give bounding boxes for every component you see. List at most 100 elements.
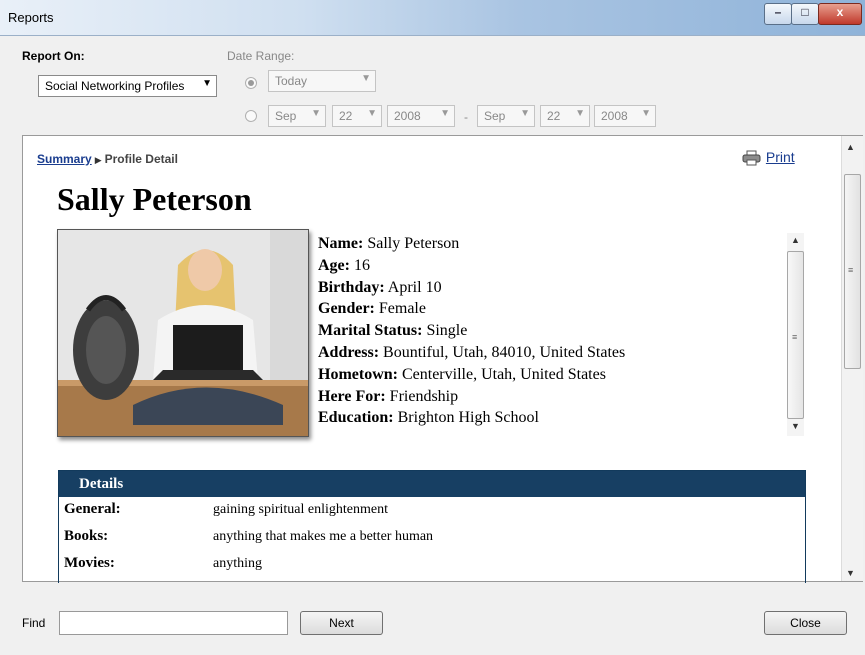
breadcrumb-arrow-icon: ▶ — [94, 155, 102, 165]
to-day-select[interactable]: 22 ▼ — [540, 105, 590, 127]
from-day-value: 22 — [339, 109, 353, 123]
field-label: Gender: — [318, 300, 375, 318]
custom-range-radio[interactable] — [245, 110, 257, 122]
to-day-value: 22 — [547, 109, 561, 123]
breadcrumb-current: Profile Detail — [104, 152, 178, 166]
field-label: Marital Status: — [318, 322, 423, 340]
print-link[interactable]: Print — [766, 149, 795, 165]
title-bar: Reports – □ x — [0, 0, 865, 36]
to-year-select[interactable]: 2008 ▼ — [594, 105, 656, 127]
profile-field: Address: Bountiful, Utah, 84010, United … — [318, 342, 778, 364]
minimize-icon: – — [774, 5, 782, 19]
field-value: Sally Peterson — [367, 235, 460, 252]
detail-label: General: — [64, 501, 121, 517]
dropdown-arrow-icon: ▼ — [202, 78, 212, 89]
from-year-value: 2008 — [394, 109, 421, 123]
details-table: Details General: gaining spiritual enlig… — [58, 470, 806, 583]
preset-range-value: Today — [275, 74, 308, 88]
dropdown-arrow-icon: ▼ — [575, 108, 585, 119]
field-value: Female — [378, 300, 426, 318]
from-day-select[interactable]: 22 ▼ — [332, 105, 382, 127]
detail-value: gaining spiritual enlightenment — [213, 502, 388, 517]
field-value: Centerville, Utah, United States — [401, 365, 606, 383]
profile-field: Hometown: Centerville, Utah, United Stat… — [318, 364, 778, 386]
grip-icon: ≡ — [848, 265, 854, 275]
field-value: 16 — [353, 256, 370, 274]
date-range-label: Date Range: — [227, 49, 295, 63]
breadcrumb: Summary ▶ Profile Detail — [37, 152, 178, 166]
report-type-value: Social Networking Profiles — [45, 79, 185, 93]
maximize-button[interactable]: □ — [791, 3, 819, 25]
scroll-up-icon[interactable]: ▲ — [846, 142, 855, 152]
profile-field: Education: Brighton High School — [318, 407, 778, 429]
maximize-icon: □ — [801, 5, 809, 19]
table-row: Books: anything that makes me a better h… — [59, 524, 805, 551]
profile-field: Marital Status: Single — [318, 320, 778, 342]
profile-photo — [57, 229, 309, 437]
from-month-value: Sep — [275, 109, 297, 123]
detail-value: anything — [213, 556, 262, 571]
scroll-down-icon[interactable]: ▼ — [791, 421, 800, 431]
profile-name-heading: Sally Peterson — [57, 181, 252, 217]
date-separator: - — [464, 110, 468, 124]
next-button-label: Next — [329, 616, 354, 630]
profile-field: Name: Sally Peterson — [318, 233, 778, 255]
profile-info-scrollbar[interactable]: ▲ ≡ ▼ — [787, 233, 804, 436]
dropdown-arrow-icon: ▼ — [367, 108, 377, 119]
profile-field: Gender: Female — [318, 298, 778, 320]
field-label: Address: — [318, 343, 380, 361]
preset-range-radio[interactable] — [245, 77, 257, 89]
find-label: Find — [22, 616, 46, 630]
detail-label: Books: — [64, 528, 109, 544]
to-year-value: 2008 — [601, 109, 628, 123]
detail-value: anything that makes me a better human — [213, 529, 434, 544]
minimize-button[interactable]: – — [764, 3, 792, 25]
from-month-select[interactable]: Sep ▼ — [268, 105, 326, 127]
detail-label: Movies: — [64, 555, 115, 571]
find-input[interactable] — [59, 611, 288, 635]
scroll-up-icon[interactable]: ▲ — [791, 235, 800, 245]
table-row: Movies: anything — [59, 551, 805, 578]
print-control[interactable]: Print — [742, 149, 795, 166]
profile-field: Age: 16 — [318, 255, 778, 277]
profile-info: Name: Sally Peterson Age: 16 Birthday: A… — [318, 233, 778, 429]
close-icon: x — [836, 5, 844, 19]
profile-field: Here For: Friendship — [318, 386, 778, 408]
field-value: Bountiful, Utah, 84010, United States — [383, 343, 626, 361]
close-button-label: Close — [790, 616, 821, 630]
to-month-value: Sep — [484, 109, 506, 123]
window-title: Reports — [8, 10, 54, 25]
field-label: Here For: — [318, 387, 386, 405]
field-label: Education: — [318, 409, 394, 427]
report-scrollbar-thumb[interactable]: ≡ — [844, 174, 861, 369]
report-type-select[interactable]: Social Networking Profiles ▼ — [38, 75, 217, 97]
scroll-down-icon[interactable]: ▼ — [846, 568, 855, 578]
breadcrumb-summary-link[interactable]: Summary — [37, 152, 92, 166]
field-value: Friendship — [389, 387, 459, 405]
printer-icon — [742, 150, 762, 166]
dropdown-arrow-icon: ▼ — [361, 73, 371, 84]
field-label: Birthday: — [318, 278, 385, 296]
next-button[interactable]: Next — [300, 611, 383, 635]
close-window-button[interactable]: x — [818, 3, 862, 25]
field-label: Age: — [318, 256, 350, 274]
grip-icon: ≡ — [792, 332, 798, 342]
profile-field: Birthday: April 10 — [318, 277, 778, 299]
from-year-select[interactable]: 2008 ▼ — [387, 105, 455, 127]
to-month-select[interactable]: Sep ▼ — [477, 105, 535, 127]
details-header: Details — [59, 471, 805, 497]
report-on-label: Report On: — [22, 49, 85, 63]
field-label: Name: — [318, 235, 364, 252]
dropdown-arrow-icon: ▼ — [641, 108, 651, 119]
close-button[interactable]: Close — [764, 611, 847, 635]
table-row: General: gaining spiritual enlightenment — [59, 497, 805, 524]
field-value: April 10 — [387, 278, 442, 296]
dropdown-arrow-icon: ▼ — [440, 108, 450, 119]
field-label: Hometown: — [318, 365, 398, 383]
reports-window: Reports – □ x Report On: Date Range: Soc… — [0, 0, 865, 655]
field-value: Brighton High School — [397, 409, 539, 427]
profile-info-scrollbar-thumb[interactable]: ≡ — [787, 251, 804, 419]
preset-range-select[interactable]: Today ▼ — [268, 70, 376, 92]
dropdown-arrow-icon: ▼ — [311, 108, 321, 119]
report-scrollbar[interactable]: ▲ ≡ ▼ — [841, 136, 863, 581]
